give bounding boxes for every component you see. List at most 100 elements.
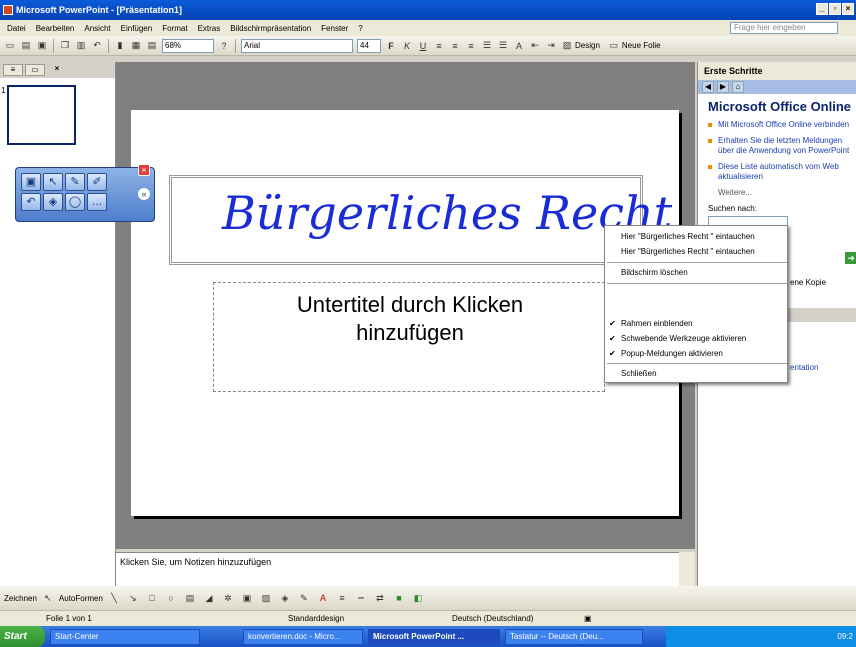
decrease-indent-icon[interactable]: ⇤ (528, 39, 542, 53)
draw-menu[interactable]: Zeichnen (4, 594, 37, 603)
wordart-icon[interactable]: ◢ (202, 591, 216, 605)
menu-item-ink-1[interactable]: Hier "Bürgerliches Recht " eintauchen (621, 232, 755, 241)
outline-tab[interactable]: ≡ (3, 64, 23, 76)
save-icon[interactable]: ▣ (35, 39, 49, 53)
autoshapes-menu[interactable]: AutoFormen (59, 594, 103, 603)
menu-format[interactable]: Format (157, 24, 192, 33)
help-icon[interactable]: ? (217, 39, 231, 53)
forward-icon[interactable]: ▶ (717, 81, 729, 93)
chart-icon[interactable]: ▮ (113, 39, 127, 53)
font-color-icon[interactable]: A (316, 591, 330, 605)
home-icon[interactable]: ⌂ (732, 81, 744, 93)
underline-icon[interactable]: U (416, 39, 430, 53)
new-slide-button[interactable]: Neue Folie (622, 41, 661, 50)
menu-item-frame[interactable]: Rahmen einblenden (621, 319, 693, 328)
menu-item-ink-2[interactable]: Hier "Bürgerliches Recht " eintauchen (621, 247, 755, 256)
slide-thumbnail[interactable] (7, 85, 76, 145)
align-center-icon[interactable]: ≡ (448, 39, 462, 53)
task-powerpoint[interactable]: Microsoft PowerPoint ... (368, 628, 500, 645)
textbox-icon[interactable]: ▤ (183, 591, 197, 605)
go-icon[interactable]: ➜ (845, 252, 856, 264)
subtitle-placeholder[interactable]: Untertitel durch Klicken hinzufügen (213, 282, 605, 392)
menu-bildschirmpraesentation[interactable]: Bildschirmpräsentation (225, 24, 316, 33)
copy-icon[interactable]: ❐ (58, 39, 72, 53)
lasso-icon[interactable]: ◯ (65, 193, 85, 211)
screen-icon[interactable]: ▣ (21, 173, 41, 191)
menu-help[interactable]: ? (353, 24, 367, 33)
more-icon[interactable]: … (87, 193, 107, 211)
highlighter-icon[interactable]: ✐ (87, 173, 107, 191)
menu-item-close[interactable]: Schließen (621, 369, 657, 378)
menu-ansicht[interactable]: Ansicht (79, 24, 115, 33)
back-icon[interactable]: ◀ (702, 81, 714, 93)
menu-item-floating-tools[interactable]: Schwebende Werkzeuge aktivieren (621, 334, 746, 343)
font-grow-icon[interactable]: A (512, 39, 526, 53)
menu-datei[interactable]: Datei (2, 24, 31, 33)
ellipse-icon[interactable]: ○ (164, 591, 178, 605)
pointer-icon[interactable]: ↖ (43, 173, 63, 191)
menu-item-clear[interactable]: Bildschirm löschen (621, 268, 688, 277)
ask-question-input[interactable]: Frage hier eingeben (730, 22, 838, 34)
undo-ink-icon[interactable]: ↶ (21, 193, 41, 211)
line-style-icon[interactable]: ≡ (335, 591, 349, 605)
arrow-style-icon[interactable]: ⇄ (373, 591, 387, 605)
dash-style-icon[interactable]: ┅ (354, 591, 368, 605)
paste-icon[interactable]: ▥ (74, 39, 88, 53)
close-button[interactable]: × (842, 3, 854, 15)
pen-icon[interactable]: ✎ (65, 173, 85, 191)
task-pane-header[interactable]: Erste Schritte (698, 62, 856, 80)
grid-icon[interactable]: ▤ (145, 39, 159, 53)
menu-item-popups[interactable]: Popup-Meldungen aktivieren (621, 349, 723, 358)
menu-bearbeiten[interactable]: Bearbeiten (31, 24, 80, 33)
link-update[interactable]: Diese Liste automatisch vom Web aktualis… (698, 159, 856, 185)
collapse-icon[interactable]: « (138, 188, 150, 200)
line-icon[interactable]: ╲ (107, 591, 121, 605)
font-select[interactable]: Arial (241, 38, 353, 53)
rectangle-icon[interactable]: □ (145, 591, 159, 605)
task-word[interactable]: konvertieren.doc - Micro... (243, 628, 363, 645)
diagram-icon[interactable]: ✲ (221, 591, 235, 605)
new-slide-icon[interactable]: ▭ (607, 39, 621, 53)
zoom-select[interactable]: 68% (162, 38, 214, 53)
open-icon[interactable]: ▤ (19, 39, 33, 53)
close-panel-icon[interactable]: × (47, 64, 67, 76)
restore-button[interactable]: ▫ (829, 3, 841, 15)
3d-icon[interactable]: ◧ (411, 591, 425, 605)
select-arrow-icon[interactable]: ↖ (41, 591, 55, 605)
bold-icon[interactable]: F (384, 39, 398, 53)
start-button[interactable]: Start (0, 626, 45, 647)
undo-icon[interactable]: ↶ (90, 39, 104, 53)
minimize-button[interactable]: _ (816, 3, 828, 15)
italic-icon[interactable]: K (400, 39, 414, 53)
font-size-select[interactable]: 44 (357, 38, 381, 53)
design-icon[interactable]: ▨ (560, 39, 574, 53)
task-keyboard[interactable]: Tastatur -- Deutsch (Deu... (505, 628, 643, 645)
numbered-list-icon[interactable]: ☰ (480, 39, 494, 53)
menu-fenster[interactable]: Fenster (316, 24, 353, 33)
shadow-icon[interactable]: ■ (392, 591, 406, 605)
increase-indent-icon[interactable]: ⇥ (544, 39, 558, 53)
partial-text-presentation[interactable]: entation (790, 363, 818, 372)
bullet-list-icon[interactable]: ☰ (496, 39, 510, 53)
table-icon[interactable]: ▦ (129, 39, 143, 53)
align-left-icon[interactable]: ≡ (432, 39, 446, 53)
fill-color-icon[interactable]: ◈ (278, 591, 292, 605)
line-color-icon[interactable]: ✎ (297, 591, 311, 605)
slides-tab[interactable]: ▭ (25, 64, 45, 76)
design-button[interactable]: Design (575, 41, 600, 50)
more-link[interactable]: Weitere... (698, 185, 856, 201)
link-news[interactable]: Erhalten Sie die letzten Meldungen über … (698, 133, 856, 159)
arrow-icon[interactable]: ↘ (126, 591, 140, 605)
clipart-icon[interactable]: ▣ (240, 591, 254, 605)
close-icon[interactable]: × (138, 164, 150, 176)
task-start-center[interactable]: Start-Center (50, 628, 200, 645)
vertical-scrollbar[interactable] (679, 552, 695, 586)
picture-icon[interactable]: ▨ (259, 591, 273, 605)
align-right-icon[interactable]: ≡ (464, 39, 478, 53)
new-icon[interactable]: ▭ (3, 39, 17, 53)
link-connect[interactable]: Mit Microsoft Office Online verbinden (698, 117, 856, 133)
menu-einfuegen[interactable]: Einfügen (116, 24, 158, 33)
menu-extras[interactable]: Extras (193, 24, 226, 33)
eraser-icon[interactable]: ◈ (43, 193, 63, 211)
title-placeholder[interactable]: Bürgerliches Recht (169, 175, 672, 265)
